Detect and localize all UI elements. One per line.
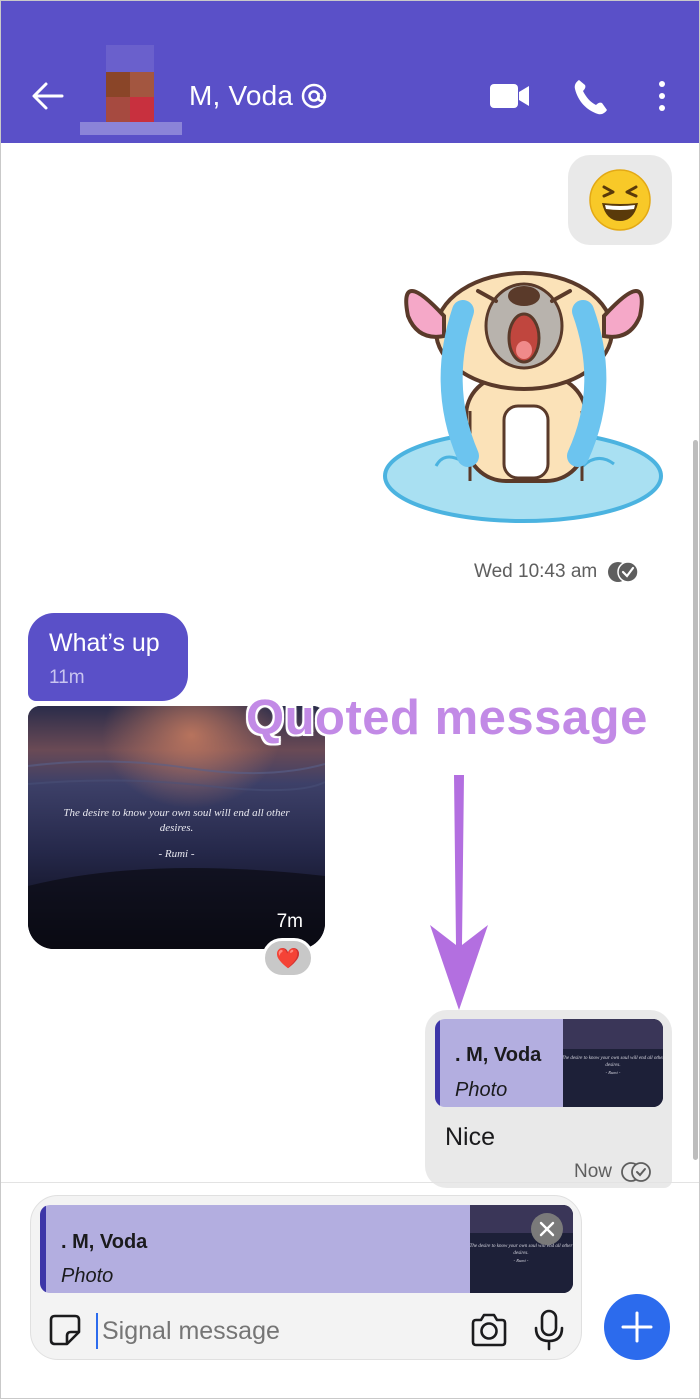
- message-text: Nice: [445, 1123, 496, 1151]
- close-quote-button[interactable]: [531, 1213, 563, 1245]
- photo-quote-author: - Rumi -: [158, 848, 195, 860]
- plus-icon: [621, 1311, 653, 1343]
- voice-call-icon[interactable]: [571, 74, 611, 118]
- message-time: 7m: [276, 911, 303, 932]
- heart-reaction[interactable]: ❤️: [262, 938, 314, 978]
- quoted-message-preview[interactable]: . M, Voda Photo The desire to know your …: [435, 1019, 663, 1107]
- annotation-arrow: [430, 775, 488, 1010]
- quoted-author: . M, Voda: [61, 1231, 148, 1253]
- camera-icon[interactable]: [469, 1310, 509, 1350]
- composer-quote-preview[interactable]: . M, Voda Photo The desire to know your …: [40, 1205, 573, 1293]
- annotation-label: Quoted message: [246, 691, 648, 745]
- sticker-icon[interactable]: [45, 1310, 85, 1350]
- more-vert-icon[interactable]: [650, 74, 674, 118]
- sticker-meta: Wed 10:43 am: [474, 561, 639, 583]
- svg-text:desires.: desires.: [513, 1251, 528, 1256]
- quote-accent-bar: [40, 1205, 46, 1293]
- quoted-photo-thumbnail: The desire to know your own soul will en…: [563, 1019, 663, 1107]
- message-input[interactable]: [96, 1313, 456, 1349]
- microphone-icon[interactable]: [531, 1308, 567, 1352]
- svg-text:The desire to know your own so: The desire to know your own soul will en…: [470, 1244, 572, 1249]
- message-time: 11m: [49, 667, 85, 688]
- contact-title[interactable]: M, Voda: [189, 80, 329, 112]
- conversation-header: M, Voda: [0, 0, 700, 143]
- quoted-type: Photo: [61, 1265, 114, 1287]
- quoted-type: Photo: [455, 1079, 508, 1101]
- heart-icon: ❤️: [275, 947, 301, 970]
- message-composer: . M, Voda Photo The desire to know your …: [30, 1195, 582, 1360]
- crying-dog-sticker[interactable]: [378, 256, 668, 546]
- contact-name: M, Voda: [189, 80, 294, 111]
- video-call-icon[interactable]: [489, 74, 531, 118]
- read-receipt-icon: [608, 561, 639, 583]
- close-icon: [539, 1221, 555, 1237]
- svg-text:desires.: desires.: [605, 1063, 620, 1068]
- composer-divider: [0, 1182, 700, 1183]
- quote-accent-bar: [435, 1019, 440, 1107]
- message-text: What’s up: [49, 629, 160, 657]
- attach-plus-button[interactable]: [604, 1294, 670, 1360]
- outgoing-emoji-message[interactable]: [568, 155, 672, 245]
- svg-text:- Rumi -: - Rumi -: [606, 1070, 621, 1075]
- message-time: Now: [573, 1161, 612, 1182]
- scrollbar[interactable]: [693, 440, 698, 1160]
- reply-meta: Now: [574, 1161, 652, 1183]
- avatar[interactable]: [80, 45, 182, 135]
- back-arrow-icon[interactable]: [26, 74, 70, 118]
- at-sign-icon: [301, 83, 327, 109]
- svg-text:The desire to know your own so: The desire to know your own soul will en…: [563, 1056, 663, 1061]
- quoted-author: . M, Voda: [455, 1044, 542, 1066]
- svg-text:- Rumi -: - Rumi -: [514, 1258, 529, 1263]
- sent-receipt-icon: [621, 1162, 651, 1182]
- outgoing-reply-message[interactable]: . M, Voda Photo The desire to know your …: [425, 1010, 672, 1188]
- laughing-emoji-icon: [589, 169, 651, 231]
- incoming-text-message[interactable]: What’s up 11m: [28, 613, 188, 701]
- message-timestamp: Wed 10:43 am: [474, 561, 598, 582]
- photo-quote-text: The desire to know your own soul will en…: [63, 807, 290, 834]
